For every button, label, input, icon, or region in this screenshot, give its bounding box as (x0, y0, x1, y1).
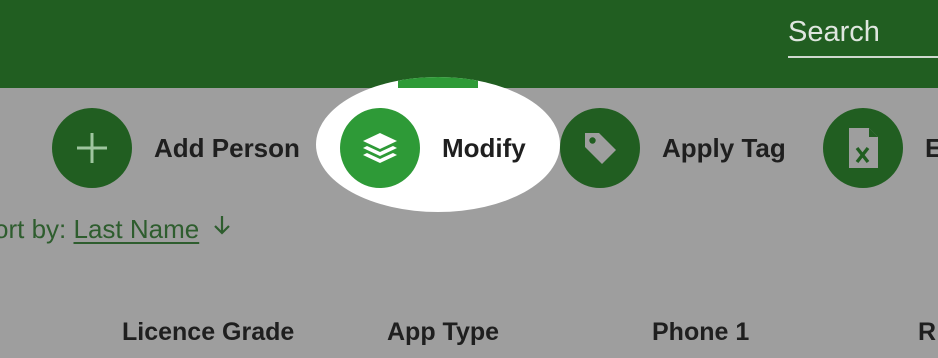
modify-label: Modify (442, 132, 526, 163)
apply-tag-icon-circle (560, 108, 640, 188)
excel-icon (849, 128, 878, 168)
sort-field-link[interactable]: Last Name (73, 214, 199, 244)
sort-control: ort by: Last Name (0, 212, 231, 245)
apply-tag-button[interactable]: Apply Tag (560, 108, 786, 188)
apply-tag-label: Apply Tag (662, 132, 786, 163)
add-person-button[interactable]: Add Person (52, 108, 300, 188)
export-label: E (925, 132, 938, 163)
column-header-licence-grade[interactable]: Licence Grade (122, 318, 294, 347)
arrow-down-icon (214, 216, 230, 235)
search-box[interactable] (788, 8, 938, 58)
export-button[interactable]: E (823, 108, 938, 188)
search-input[interactable] (788, 8, 938, 56)
page: Add Person Modify Apply Tag (0, 0, 938, 358)
top-bar (0, 0, 938, 88)
tag-icon (585, 133, 616, 164)
tour-spotlight-rim (398, 77, 478, 88)
plus-icon (77, 133, 107, 163)
layers-icon (363, 133, 397, 163)
modify-icon-circle (340, 108, 420, 188)
column-header-r[interactable]: R (918, 318, 936, 347)
add-person-icon-circle (52, 108, 132, 188)
sort-prefix: ort by: (0, 214, 74, 244)
export-icon-circle (823, 108, 903, 188)
sort-direction-toggle[interactable] (213, 212, 231, 243)
add-person-label: Add Person (154, 132, 300, 163)
column-header-phone-1[interactable]: Phone 1 (652, 318, 749, 347)
modify-button[interactable]: Modify (340, 108, 526, 188)
column-header-app-type[interactable]: App Type (387, 318, 499, 347)
